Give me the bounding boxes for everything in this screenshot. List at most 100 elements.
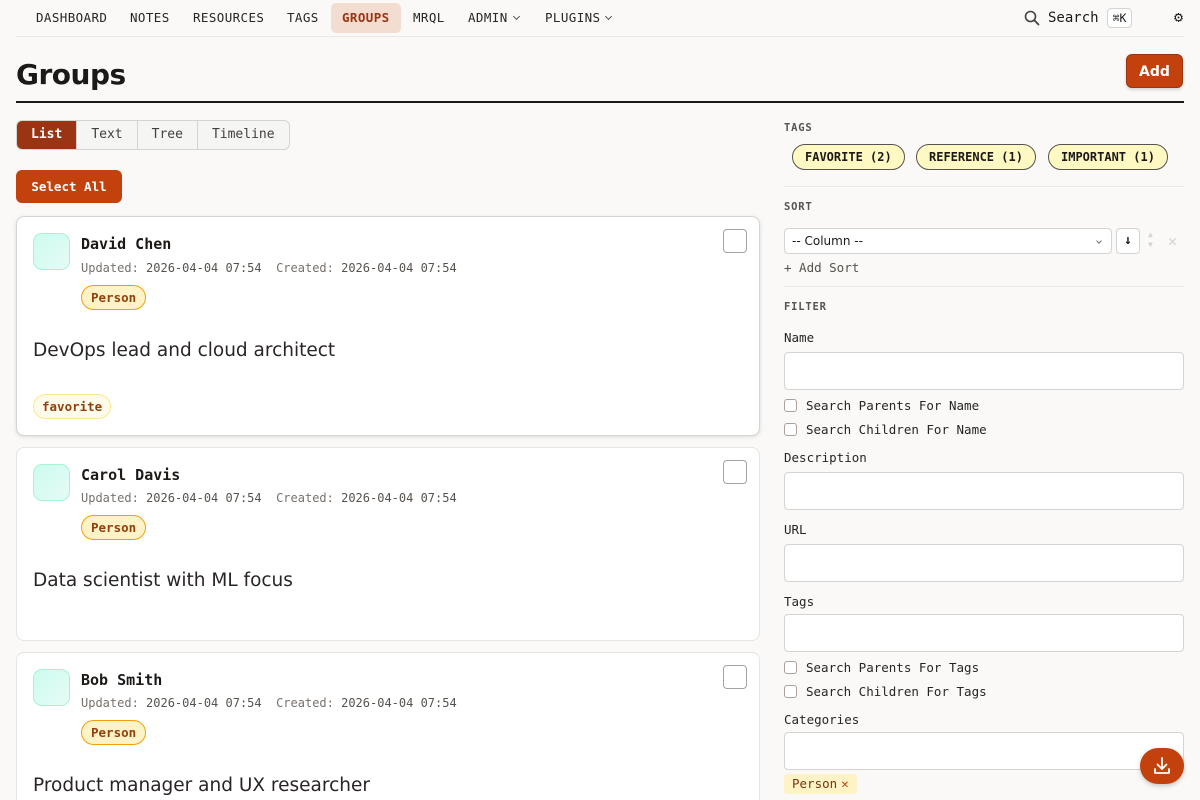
updated-label: Updated: bbox=[81, 261, 139, 275]
group-card[interactable]: Carol Davis Updated: 2026-04-04 07:54 Cr… bbox=[16, 447, 760, 641]
name-input[interactable] bbox=[784, 352, 1184, 390]
name-label: Name bbox=[784, 330, 815, 345]
tag-filter-important[interactable]: IMPORTANT (1) bbox=[1048, 144, 1168, 170]
add-sort-button[interactable]: + Add Sort bbox=[784, 260, 859, 275]
filter-heading: FILTER bbox=[784, 301, 827, 313]
title-divider bbox=[16, 101, 1184, 103]
search-shortcut: ⌘K bbox=[1106, 8, 1133, 28]
tab-tree[interactable]: Tree bbox=[138, 121, 198, 149]
tag-pill[interactable]: favorite bbox=[33, 394, 112, 419]
select-checkbox[interactable] bbox=[723, 229, 747, 253]
tag-filter-favorite[interactable]: FAVORITE (2) bbox=[792, 144, 905, 170]
sort-direction-button[interactable]: ↓ bbox=[1116, 228, 1140, 254]
updated-label: Updated: bbox=[81, 696, 139, 710]
nav-resources[interactable]: RESOURCES bbox=[182, 3, 275, 33]
view-tabs: List Text Tree Timeline bbox=[16, 120, 290, 150]
search-parents-name-label: Search Parents For Name bbox=[806, 398, 980, 413]
sort-heading: SORT bbox=[784, 201, 813, 213]
search-children-tags-checkbox[interactable]: Search Children For Tags bbox=[784, 684, 987, 699]
nav-notes[interactable]: NOTES bbox=[119, 3, 181, 33]
group-description: Product manager and UX researcher bbox=[33, 775, 370, 796]
chevron-down-icon bbox=[512, 12, 520, 21]
group-name[interactable]: Bob Smith bbox=[81, 671, 162, 689]
group-meta: Updated: 2026-04-04 07:54 Created: 2026-… bbox=[81, 696, 457, 710]
nav-dashboard-label: DASHBOARD bbox=[36, 10, 108, 25]
sort-column-select[interactable]: -- Column -- bbox=[784, 228, 1112, 254]
updated-value: 2026-04-04 07:54 bbox=[146, 261, 262, 275]
updated-label: Updated: bbox=[81, 491, 139, 505]
selected-category-chip[interactable]: Person ✕ bbox=[784, 774, 857, 794]
search-children-tags-label: Search Children For Tags bbox=[806, 684, 987, 699]
reorder-icon[interactable]: ▲ ▼ bbox=[1148, 230, 1153, 250]
description-label: Description bbox=[784, 450, 867, 465]
group-card[interactable]: David Chen Updated: 2026-04-04 07:54 Cre… bbox=[16, 216, 760, 436]
nav-plugins-label: PLUGINS bbox=[545, 10, 601, 25]
group-name[interactable]: David Chen bbox=[81, 235, 171, 253]
updated-value: 2026-04-04 07:54 bbox=[146, 491, 262, 505]
nav-groups-label: GROUPS bbox=[342, 10, 390, 25]
checkbox-box[interactable] bbox=[784, 423, 797, 436]
checkbox-box[interactable] bbox=[784, 685, 797, 698]
created-value: 2026-04-04 07:54 bbox=[341, 261, 457, 275]
description-input[interactable] bbox=[784, 472, 1184, 510]
url-input[interactable] bbox=[784, 544, 1184, 582]
group-meta: Updated: 2026-04-04 07:54 Created: 2026-… bbox=[81, 261, 457, 275]
search-children-name-checkbox[interactable]: Search Children For Name bbox=[784, 422, 987, 437]
group-card[interactable]: Bob Smith Updated: 2026-04-04 07:54 Crea… bbox=[16, 652, 760, 800]
created-value: 2026-04-04 07:54 bbox=[341, 491, 457, 505]
nav-dashboard[interactable]: DASHBOARD bbox=[25, 3, 118, 33]
remove-sort-icon[interactable]: ✕ bbox=[1168, 232, 1177, 250]
nav-tags-label: TAGS bbox=[287, 10, 319, 25]
avatar bbox=[33, 669, 70, 706]
created-label: Created: bbox=[276, 491, 334, 505]
search-button[interactable]: Search ⌘K bbox=[1024, 6, 1133, 30]
select-checkbox[interactable] bbox=[723, 460, 747, 484]
avatar bbox=[33, 233, 70, 270]
search-parents-name-checkbox[interactable]: Search Parents For Name bbox=[784, 398, 979, 413]
checkbox-box[interactable] bbox=[784, 399, 797, 412]
sort-column-value: -- Column -- bbox=[792, 234, 863, 248]
search-parents-tags-checkbox[interactable]: Search Parents For Tags bbox=[784, 660, 979, 675]
created-value: 2026-04-04 07:54 bbox=[341, 696, 457, 710]
categories-input[interactable] bbox=[784, 732, 1184, 770]
select-checkbox[interactable] bbox=[723, 665, 747, 689]
search-children-name-label: Search Children For Name bbox=[806, 422, 987, 437]
nav-admin[interactable]: ADMIN bbox=[457, 3, 530, 33]
remove-icon[interactable]: ✕ bbox=[841, 776, 849, 791]
nav-mrql-label: MRQL bbox=[413, 10, 445, 25]
tab-list[interactable]: List bbox=[17, 121, 78, 149]
nav-tags[interactable]: TAGS bbox=[276, 3, 330, 33]
avatar bbox=[33, 464, 70, 501]
download-button[interactable] bbox=[1140, 748, 1184, 784]
tags-heading: TAGS bbox=[784, 122, 813, 134]
nav-mrql[interactable]: MRQL bbox=[402, 3, 456, 33]
nav-groups[interactable]: GROUPS bbox=[331, 3, 401, 33]
nav-plugins[interactable]: PLUGINS bbox=[534, 3, 622, 33]
created-label: Created: bbox=[276, 696, 334, 710]
search-label: Search bbox=[1048, 10, 1099, 26]
tab-text[interactable]: Text bbox=[77, 121, 138, 149]
download-icon bbox=[1154, 757, 1170, 774]
chevron-down-icon bbox=[605, 12, 613, 21]
url-label: URL bbox=[784, 522, 807, 537]
search-icon bbox=[1024, 10, 1040, 26]
page-title: Groups bbox=[16, 58, 126, 91]
checkbox-box[interactable] bbox=[784, 661, 797, 674]
chevron-down-icon bbox=[1096, 238, 1102, 244]
divider bbox=[784, 186, 1184, 187]
gear-icon[interactable]: ⚙ bbox=[1174, 8, 1183, 26]
tab-timeline[interactable]: Timeline bbox=[198, 121, 289, 149]
nav-admin-label: ADMIN bbox=[468, 10, 508, 25]
add-button[interactable]: Add bbox=[1126, 54, 1183, 88]
tags-label: Tags bbox=[784, 594, 815, 609]
created-label: Created: bbox=[276, 261, 334, 275]
group-description: Data scientist with ML focus bbox=[33, 570, 293, 591]
group-name[interactable]: Carol Davis bbox=[81, 466, 180, 484]
tag-filter-reference[interactable]: REFERENCE (1) bbox=[916, 144, 1036, 170]
category-badge[interactable]: Person bbox=[81, 515, 147, 540]
tags-input[interactable] bbox=[784, 614, 1184, 652]
nav-notes-label: NOTES bbox=[130, 10, 170, 25]
category-badge[interactable]: Person bbox=[81, 720, 147, 745]
select-all-button[interactable]: Select All bbox=[16, 170, 122, 203]
category-badge[interactable]: Person bbox=[81, 285, 147, 310]
